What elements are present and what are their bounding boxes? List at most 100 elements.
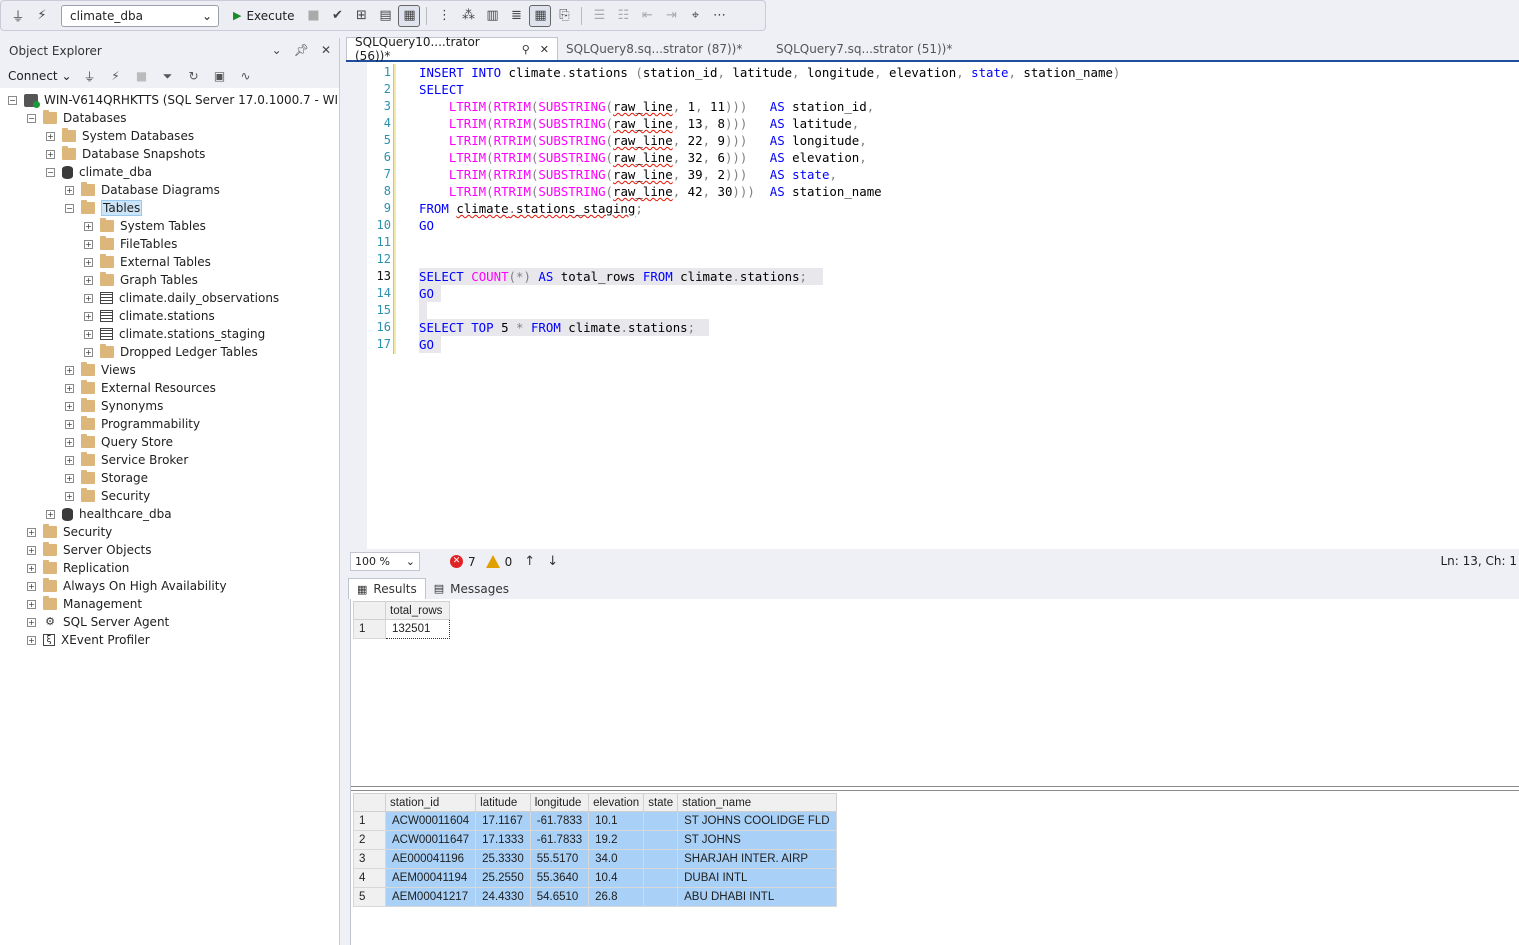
collapse-icon[interactable]: − — [46, 167, 55, 177]
connect-icon[interactable]: ⏚ — [82, 68, 98, 85]
zoom-select[interactable]: 100 % ⌄ — [350, 552, 420, 571]
tree-node[interactable]: + ξ XEvent Profiler — [0, 631, 339, 649]
grid-cell[interactable] — [643, 849, 679, 869]
collapse-icon[interactable]: − — [8, 95, 17, 105]
grid-cell[interactable] — [643, 868, 679, 888]
expand-icon[interactable]: + — [27, 599, 36, 609]
grid-cell[interactable]: 132501 — [385, 619, 450, 639]
tree-node[interactable]: + Security — [0, 487, 339, 505]
tree-node[interactable]: + External Tables — [0, 253, 339, 271]
results-file-icon[interactable]: ⎘ — [553, 5, 575, 27]
tree-node[interactable]: + FileTables — [0, 235, 339, 253]
expand-icon[interactable]: + — [84, 293, 93, 303]
grid-corner[interactable] — [353, 793, 386, 812]
results-grid-icon[interactable]: ▦ — [529, 4, 552, 27]
column-header[interactable]: state — [643, 793, 679, 812]
expand-icon[interactable]: + — [65, 455, 74, 465]
connect-dropdown[interactable]: Connect ⌄ — [8, 69, 72, 83]
client-stats-icon[interactable]: ▥ — [481, 5, 503, 27]
more-icon[interactable]: ⋯ — [708, 5, 730, 27]
row-number[interactable]: 1 — [353, 619, 386, 639]
tree-node[interactable]: + Always On High Availability — [0, 577, 339, 595]
grid-cell[interactable] — [643, 887, 679, 907]
tab-sqlquery7[interactable]: SQLQuery7.sq...strator (51))* — [768, 37, 988, 60]
grid-cell[interactable]: ST JOHNS COOLIDGE FLD — [677, 811, 837, 831]
specify-values-icon[interactable]: ⌖ — [684, 5, 706, 27]
uncomment-icon[interactable]: ☷ — [612, 5, 634, 27]
tree-node[interactable]: − Databases — [0, 109, 339, 127]
grid-cell[interactable]: 55.3640 — [529, 868, 590, 888]
grid-cell[interactable]: 17.1333 — [475, 830, 531, 850]
expand-icon[interactable]: + — [65, 437, 74, 447]
grid-cell[interactable]: ACW00011647 — [384, 830, 477, 850]
expand-icon[interactable]: + — [27, 563, 36, 573]
result-table-total-rows[interactable]: total_rows 1 132501 — [353, 601, 450, 639]
expand-icon[interactable]: + — [65, 365, 74, 375]
tree-node[interactable]: + Graph Tables — [0, 271, 339, 289]
refresh-icon[interactable]: ↻ — [186, 69, 202, 83]
expand-icon[interactable]: + — [65, 401, 74, 411]
tab-sqlquery8[interactable]: SQLQuery8.sq...strator (87))* — [558, 37, 768, 60]
warning-icon[interactable] — [485, 555, 500, 568]
database-select[interactable]: climate_dba ⌄ — [61, 4, 219, 27]
expand-icon[interactable]: + — [46, 131, 55, 141]
grid-cell[interactable]: 54.6510 — [529, 887, 590, 907]
comment-icon[interactable]: ☰ — [588, 5, 610, 27]
tree-node[interactable]: + Synonyms — [0, 397, 339, 415]
tab-sqlquery10[interactable]: SQLQuery10....trator (56))* ⚲ ✕ — [346, 35, 558, 63]
grid-cell[interactable]: 34.0 — [588, 849, 645, 869]
error-icon[interactable]: ✕ — [450, 555, 463, 568]
tree-node[interactable]: + Query Store — [0, 433, 339, 451]
grid-cell[interactable]: 25.2550 — [475, 868, 531, 888]
tree-node[interactable]: + System Databases — [0, 127, 339, 145]
grid-cell[interactable]: 55.5170 — [529, 849, 590, 869]
expand-icon[interactable]: + — [84, 311, 93, 321]
pin-icon[interactable]: ⚲ — [522, 43, 530, 56]
results-text-icon[interactable]: ≣ — [505, 5, 527, 27]
table-row[interactable]: 3 AE000041196 25.3330 55.5170 34.0 SHARJAH IN… — [353, 849, 837, 869]
expand-icon[interactable]: + — [84, 257, 93, 267]
table-row[interactable]: 2 ACW00011647 17.1333 -61.7833 19.2 ST JOHNS — [353, 830, 837, 850]
close-icon[interactable]: ✕ — [540, 43, 549, 56]
expand-icon[interactable]: + — [65, 419, 74, 429]
column-header[interactable]: elevation — [588, 793, 645, 812]
results-to-grid-icon[interactable]: ▦ — [398, 4, 421, 27]
result-grid-2[interactable]: station_id latitude longitude elevation stat… — [351, 790, 1519, 945]
expand-icon[interactable]: + — [27, 635, 36, 645]
grid-cell[interactable]: ACW00011604 — [384, 811, 477, 831]
activity-monitor-icon[interactable]: ∿ — [238, 69, 254, 83]
result-table-stations[interactable]: station_id latitude longitude elevation stat… — [353, 793, 837, 907]
row-number[interactable]: 5 — [353, 887, 386, 907]
stop-icon[interactable]: ■ — [134, 69, 150, 83]
table-row[interactable]: 5 AEM00041217 24.4330 54.6510 26.8 ABU DHABI … — [353, 887, 837, 907]
grid-cell[interactable]: SHARJAH INTER. AIRP — [677, 849, 837, 869]
expand-icon[interactable]: + — [65, 473, 74, 483]
grid-cell[interactable] — [643, 811, 679, 831]
grid-cell[interactable]: -61.7833 — [529, 830, 590, 850]
filter-icon[interactable]: ⏷ — [160, 69, 176, 84]
display-plan-icon[interactable]: ⊞ — [350, 5, 372, 27]
disconnect-icon[interactable]: ⚡ — [108, 69, 124, 83]
column-header[interactable]: station_name — [677, 793, 837, 812]
tree-node[interactable]: + External Resources — [0, 379, 339, 397]
expand-icon[interactable]: + — [84, 329, 93, 339]
tree-node[interactable]: + Database Snapshots — [0, 145, 339, 163]
live-stats-icon[interactable]: ⁂ — [457, 5, 479, 27]
tree-node[interactable]: − Tables — [0, 199, 339, 217]
collapse-icon[interactable]: − — [65, 203, 74, 213]
column-header[interactable]: longitude — [529, 793, 590, 812]
grid-cell[interactable]: 10.1 — [588, 811, 645, 831]
grid-cell[interactable]: 17.1167 — [475, 811, 531, 831]
grid-cell[interactable]: ST JOHNS — [677, 830, 837, 850]
tree-node[interactable]: + Management — [0, 595, 339, 613]
table-row[interactable]: 1 ACW00011604 17.1167 -61.7833 10.1 ST JOHNS … — [353, 811, 837, 831]
result-grid-1[interactable]: total_rows 1 132501 — [351, 599, 1519, 787]
collapse-icon[interactable]: − — [27, 113, 36, 123]
arrow-up-icon[interactable]: ↑ — [524, 554, 535, 569]
change-connection-icon[interactable]: ⚡ — [31, 5, 53, 27]
execute-button[interactable]: ▶ Execute — [227, 5, 300, 27]
grid-cell[interactable]: ABU DHABI INTL — [677, 887, 837, 907]
grid-cell[interactable]: -61.7833 — [529, 811, 590, 831]
tab-messages[interactable]: ▤ Messages — [426, 578, 517, 599]
expand-icon[interactable]: + — [65, 383, 74, 393]
